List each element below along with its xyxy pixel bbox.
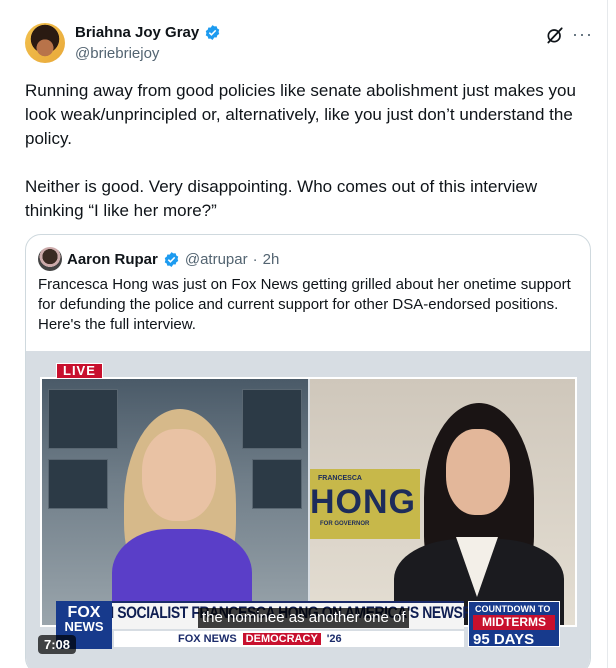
verified-badge-icon (164, 251, 179, 267)
timeline-divider (607, 0, 608, 668)
quote-author-name[interactable]: Aaron Rupar (67, 251, 158, 268)
ticker-year: '26 (326, 633, 342, 645)
guest-panel: FRANCESCA HONG FOR GOVERNOR (310, 379, 575, 625)
closed-caption: the nominee as another one of (198, 608, 410, 628)
countdown-label: MIDTERMS (473, 615, 555, 630)
quote-author-avatar[interactable] (38, 247, 62, 271)
grok-icon[interactable] (545, 25, 565, 45)
quote-separator: · (252, 250, 258, 268)
tweet-text: Running away from good policies like sen… (25, 79, 600, 223)
studio-monitor (48, 389, 118, 449)
campaign-sign: FRANCESCA HONG FOR GOVERNOR (310, 469, 420, 539)
news-ticker: FOX NEWS DEMOCRACY '26 (114, 631, 464, 647)
quoted-tweet[interactable]: Aaron Rupar @atrupar · 2h Francesca Hong… (25, 234, 591, 668)
author-display-name[interactable]: Briahna Joy Gray (75, 24, 199, 41)
tweet-paragraph: Running away from good policies like sen… (25, 81, 576, 148)
ticker-democracy: DEMOCRACY (242, 633, 321, 645)
video-duration: 7:08 (38, 635, 77, 654)
ticker-brand: FOX NEWS (178, 633, 237, 645)
host-figure (142, 429, 216, 521)
video-player[interactable]: FRANCESCA HONG FOR GOVERNOR LIVE DEM SOC… (26, 351, 590, 668)
host-panel (42, 379, 308, 625)
more-icon[interactable]: ··· (572, 25, 593, 43)
countdown-days: 95 DAYS (473, 631, 535, 648)
studio-monitor (252, 459, 302, 509)
logo-top: FOX (67, 604, 101, 621)
midterms-countdown: COUNTDOWN TO THE MIDTERMS 95 DAYS (468, 601, 560, 648)
sign-sub-text: FOR GOVERNOR (320, 521, 370, 527)
quote-text: Francesca Hong was just on Fox News gett… (38, 276, 571, 333)
studio-monitor (242, 389, 302, 449)
studio-monitor (48, 459, 108, 509)
quote-timestamp[interactable]: 2h (263, 251, 280, 268)
author-handle[interactable]: @briebriejoy (75, 45, 159, 62)
quote-author-handle[interactable]: @atrupar (185, 251, 248, 268)
guest-figure (446, 429, 510, 515)
author-avatar[interactable] (25, 23, 65, 63)
live-badge: LIVE (56, 363, 103, 379)
quote-header: Aaron Rupar @atrupar · 2h (38, 247, 279, 271)
logo-bottom: NEWS (64, 619, 104, 634)
author-name-row: Briahna Joy Gray (75, 24, 221, 41)
tweet-paragraph: Neither is good. Very disappointing. Who… (25, 177, 538, 220)
verified-badge-icon (205, 25, 220, 40)
sign-top-text: FRANCESCA (318, 475, 362, 482)
sign-name-text: HONG (310, 483, 416, 521)
